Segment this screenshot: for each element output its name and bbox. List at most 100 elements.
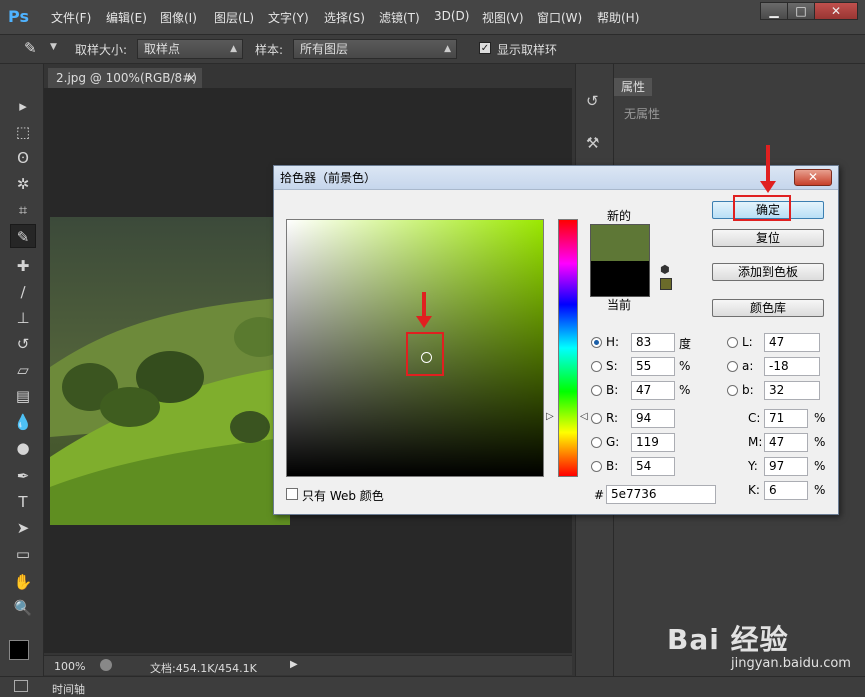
brightness-unit: % [679, 383, 691, 397]
blue-input[interactable]: 54 [631, 457, 675, 476]
menu-3d[interactable]: 3D(D) [434, 9, 469, 23]
history-brush-tool-icon[interactable]: ↺ [10, 332, 36, 356]
options-bar: ✎ ▼ 取样大小: 取样点 ▲ 样本: 所有图层 ▲ ✓ 显示取样环 [0, 34, 865, 64]
out-of-gamut-cube-icon[interactable]: ⬢ [660, 263, 670, 276]
lightness-radio[interactable] [727, 337, 738, 348]
cyan-label: C: [748, 411, 761, 425]
show-ring-checkbox[interactable]: ✓ [479, 42, 491, 54]
timeline-panel-icon[interactable] [14, 680, 28, 692]
sample-size-dropdown[interactable]: 取样点 ▲ [137, 39, 243, 59]
add-to-swatches-button[interactable]: 添加到色板 [712, 263, 824, 281]
brush-tool-icon[interactable]: ∕ [10, 280, 36, 304]
foreground-color-swatch[interactable] [9, 640, 29, 660]
menu-help[interactable]: 帮助(H) [597, 9, 639, 26]
hue-slider-right-arrow-icon[interactable]: ◁ [580, 411, 588, 422]
pen-tool-icon[interactable]: ✒ [10, 464, 36, 488]
close-window-button[interactable]: ✕ [814, 2, 858, 20]
b-channel-radio[interactable] [727, 385, 738, 396]
web-colors-only-label: 只有 Web 颜色 [302, 489, 384, 503]
menu-select[interactable]: 选择(S) [324, 9, 365, 26]
marquee-tool-icon[interactable]: ⬚ [10, 120, 36, 144]
stamp-tool-icon[interactable]: ⊥ [10, 306, 36, 330]
history-panel-icon[interactable]: ↺ [586, 92, 599, 110]
healing-brush-tool-icon[interactable]: ✚ [10, 254, 36, 278]
yellow-input[interactable]: 97 [764, 457, 808, 476]
status-menu-arrow-icon[interactable]: ▶ [290, 659, 298, 670]
dodge-tool-icon[interactable]: ● [10, 436, 36, 460]
gradient-tool-icon[interactable]: ▤ [10, 384, 36, 408]
zoom-tool-icon[interactable]: 🔍 [10, 596, 36, 620]
lightness-label: L: [742, 335, 753, 349]
tool-preset-arrow-icon[interactable]: ▼ [50, 42, 57, 52]
blue-radio[interactable] [591, 461, 602, 472]
magenta-input[interactable]: 47 [764, 433, 808, 452]
menu-type[interactable]: 文字(Y) [268, 9, 309, 26]
a-channel-label: a: [742, 359, 754, 373]
b-channel-input[interactable]: 32 [764, 381, 820, 400]
dialog-close-button[interactable]: ✕ [794, 169, 832, 186]
dropdown-arrow-icon: ▲ [230, 44, 237, 54]
web-colors-only-checkbox[interactable] [286, 488, 298, 500]
zoom-level[interactable]: 100% [54, 660, 85, 673]
b-channel-label: b: [742, 383, 754, 397]
blur-tool-icon[interactable]: 💧 [10, 410, 36, 434]
magic-wand-tool-icon[interactable]: ✲ [10, 172, 36, 196]
sample-size-label: 取样大小: [75, 43, 128, 57]
brightness-input[interactable]: 47 [631, 381, 675, 400]
menu-window[interactable]: 窗口(W) [537, 9, 582, 26]
path-selection-tool-icon[interactable]: ➤ [10, 516, 36, 540]
timeline-label[interactable]: 时间轴 [52, 681, 85, 697]
red-radio[interactable] [591, 413, 602, 424]
saturation-radio[interactable] [591, 361, 602, 372]
lasso-tool-icon[interactable]: ʘ [10, 146, 36, 170]
hue-input[interactable]: 83 [631, 333, 675, 352]
eyedropper-icon[interactable]: ✎ [24, 39, 37, 57]
ok-button-annotation-arrow [760, 145, 776, 193]
hand-tool-icon[interactable]: ✋ [10, 570, 36, 594]
hue-slider[interactable] [558, 219, 578, 477]
eyedropper-tool-icon[interactable]: ✎ [10, 224, 36, 248]
hue-slider-left-arrow-icon[interactable]: ▷ [546, 411, 554, 422]
tool-presets-panel-icon[interactable]: ⚒ [586, 134, 599, 152]
hex-input[interactable]: 5e7736 [606, 485, 716, 504]
a-channel-input[interactable]: -18 [764, 357, 820, 376]
type-tool-icon[interactable]: T [10, 490, 36, 514]
maximize-button[interactable]: □ [787, 2, 815, 20]
sample-dropdown[interactable]: 所有图层 ▲ [293, 39, 457, 59]
green-radio[interactable] [591, 437, 602, 448]
properties-tab[interactable]: 属性 [614, 78, 652, 96]
color-field-annotation-arrow [416, 292, 432, 328]
a-channel-radio[interactable] [727, 361, 738, 372]
crop-tool-icon[interactable]: ⌗ [10, 198, 36, 222]
shape-tool-icon[interactable]: ▭ [10, 542, 36, 566]
move-tool-icon[interactable]: ▸ [10, 94, 36, 118]
lightness-input[interactable]: 47 [764, 333, 820, 352]
menu-filter[interactable]: 滤镜(T) [379, 9, 420, 26]
menu-file[interactable]: 文件(F) [51, 9, 91, 26]
new-color-label: 新的 [607, 209, 632, 223]
menu-layer[interactable]: 图层(L) [214, 9, 254, 26]
menu-image[interactable]: 图像(I) [160, 9, 197, 26]
black-input[interactable]: 6 [764, 481, 808, 500]
document-tab[interactable]: 2.jpg @ 100%(RGB/8#) × [48, 68, 202, 88]
green-label: G: [606, 435, 620, 449]
cyan-input[interactable]: 71 [764, 409, 808, 428]
close-tab-icon[interactable]: × [186, 68, 196, 88]
menu-view[interactable]: 视图(V) [482, 9, 524, 26]
minimize-button[interactable]: ▁ [760, 2, 788, 20]
saturation-input[interactable]: 55 [631, 357, 675, 376]
color-libraries-button[interactable]: 颜色库 [712, 299, 824, 317]
current-color-swatch[interactable] [590, 261, 650, 297]
cyan-unit: % [814, 411, 826, 425]
green-input[interactable]: 119 [631, 433, 675, 452]
tools-panel: ▸ ⬚ ʘ ✲ ⌗ ✎ ✚ ∕ ⊥ ↺ ▱ ▤ 💧 ● ✒ T ➤ ▭ ✋ 🔍 [0, 64, 44, 697]
photoshop-logo: Ps [8, 7, 29, 26]
hue-radio[interactable] [591, 337, 602, 348]
brightness-radio[interactable] [591, 385, 602, 396]
menu-edit[interactable]: 编辑(E) [106, 9, 147, 26]
gamut-warning-swatch[interactable] [660, 278, 672, 290]
red-input[interactable]: 94 [631, 409, 675, 428]
eraser-tool-icon[interactable]: ▱ [10, 358, 36, 382]
status-info-icon[interactable] [100, 659, 112, 671]
reset-button[interactable]: 复位 [712, 229, 824, 247]
